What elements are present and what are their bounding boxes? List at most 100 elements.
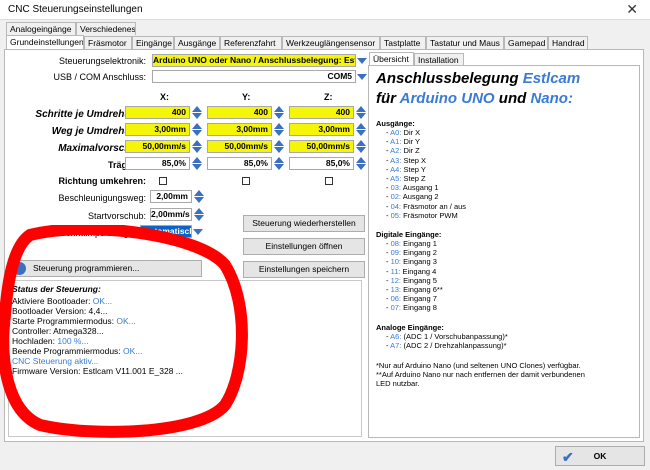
tab-handrad[interactable]: Handrad	[548, 36, 588, 49]
pin-name: A6:	[390, 332, 402, 341]
note-1: *Nur auf Arduino Nano (und seltenen UNO …	[376, 361, 581, 370]
startvorschub-input[interactable]: 2,00mm/s	[150, 208, 192, 221]
steuerungselektronik-select[interactable]: Arduino UNO oder Nano / Anschlussbelegun…	[152, 54, 356, 67]
spinner-icon[interactable]	[191, 106, 202, 119]
spinner-icon[interactable]	[273, 123, 284, 136]
pin-function: Step Y	[401, 164, 426, 174]
richtung-z-checkbox[interactable]	[325, 177, 333, 185]
tab-ausgaenge[interactable]: Ausgänge	[174, 36, 220, 49]
title-bar: CNC Steuerungseinstellungen ✕	[0, 0, 650, 20]
spinner-icon[interactable]	[355, 123, 366, 136]
pin-function: Eingang 5	[401, 275, 437, 285]
pin-name: 03:	[390, 183, 402, 193]
tab-analogeingaenge[interactable]: Analogeingänge	[6, 22, 76, 35]
tab-fraesmotor[interactable]: Fräsmotor	[84, 36, 132, 49]
weg-z-input[interactable]: 3,00mm	[289, 123, 354, 136]
tab-gamepad[interactable]: Gamepad	[504, 36, 548, 49]
save-settings-button[interactable]: Einstellungen speichern	[243, 261, 365, 278]
tab-referenzfahrt[interactable]: Referenzfahrt	[220, 36, 282, 49]
spinner-icon[interactable]	[273, 106, 284, 119]
pin-function: Ausgang 2	[401, 192, 439, 202]
pin-row: - 04: Fräsmotor an / aus	[386, 201, 467, 211]
axis-header-z: Z:	[324, 92, 333, 102]
usb-label: USB / COM Anschluss:	[53, 72, 146, 82]
traegheit-y-input[interactable]: 85,0%	[207, 157, 272, 170]
axis-header-x: X:	[160, 92, 169, 102]
tab-eingaenge[interactable]: Eingänge	[132, 36, 174, 49]
heading-text: Anschlussbelegung	[376, 70, 523, 87]
overview-heading-1: Anschlussbelegung Estlcam	[376, 70, 580, 87]
spinner-icon[interactable]	[191, 123, 202, 136]
close-icon[interactable]: ✕	[626, 1, 638, 18]
vorschub-y-input[interactable]: 50,00mm/s	[207, 140, 272, 153]
pin-function: Eingang 3	[401, 257, 437, 267]
pin-function: Dir X	[401, 128, 421, 137]
beschleunigung-input[interactable]: 2,00mm	[150, 190, 192, 203]
chevron-down-icon[interactable]	[357, 58, 367, 64]
heading-board: Nano:	[530, 90, 573, 107]
usb-select[interactable]: COM5	[152, 70, 356, 83]
pin-row: - 05: Fräsmotor PWM	[386, 210, 458, 220]
pin-function: Fräsmotor an / aus	[401, 201, 467, 211]
pin-row: - A6: (ADC 1 / Vorschubanpassung)*	[386, 332, 508, 341]
weg-y-input[interactable]: 3,00mm	[207, 123, 272, 136]
schritte-z-input[interactable]: 400	[289, 106, 354, 119]
window-title: CNC Steuerungseinstellungen	[8, 4, 143, 15]
traegheit-x-input[interactable]: 85,0%	[125, 157, 190, 170]
chevron-down-icon[interactable]	[357, 74, 367, 80]
pin-name: 11:	[390, 266, 401, 276]
pin-row: - 08: Eingang 1	[386, 239, 437, 248]
spinner-icon[interactable]	[193, 190, 204, 203]
pin-name: 02:	[390, 192, 402, 202]
spinner-icon[interactable]	[355, 140, 366, 153]
spinner-icon[interactable]	[191, 157, 202, 170]
richtung-y-checkbox[interactable]	[242, 177, 250, 185]
spinner-icon[interactable]	[193, 208, 204, 221]
pin-name: A3:	[390, 155, 402, 165]
vorschub-z-input[interactable]: 50,00mm/s	[289, 140, 354, 153]
spinner-icon[interactable]	[355, 157, 366, 170]
pin-row: - 11: Eingang 4	[386, 266, 437, 276]
spinner-icon[interactable]	[355, 106, 366, 119]
pin-function: Ausgang 1	[401, 183, 439, 193]
tab-tastplatte[interactable]: Tastplatte	[380, 36, 426, 49]
steuerungselektronik-label: Steuerungselektronik:	[58, 56, 146, 66]
spinner-icon[interactable]	[273, 140, 284, 153]
pin-name: A4:	[390, 164, 402, 174]
pin-function: Eingang 1	[401, 239, 437, 248]
schritte-x-input[interactable]: 400	[125, 106, 190, 119]
schritte-y-input[interactable]: 400	[207, 106, 272, 119]
pin-function: Eingang 4	[400, 266, 437, 276]
tab-uebersicht[interactable]: Übersicht	[369, 52, 414, 66]
pin-row: - 03: Ausgang 1	[386, 183, 439, 193]
richtung-x-checkbox[interactable]	[159, 177, 167, 185]
ok-button[interactable]: ✔ OK	[555, 446, 645, 466]
note-3: LED nutzbar.	[376, 379, 420, 388]
tab-grundeinstellungen[interactable]: Grundeinstellungen	[6, 35, 84, 49]
restore-button[interactable]: Steuerung wiederherstellen	[243, 215, 365, 232]
weg-x-input[interactable]: 3,00mm	[125, 123, 190, 136]
pin-name: A1:	[390, 137, 402, 147]
pin-row: - A0: Dir X	[386, 128, 421, 137]
pin-name: A7:	[390, 341, 402, 351]
spinner-icon[interactable]	[273, 157, 284, 170]
pin-function: (ADC 2 / Drehzahlanpassung)*	[401, 341, 507, 351]
spinner-icon[interactable]	[191, 140, 202, 153]
tab-verschiedenes[interactable]: Verschiedenes	[76, 22, 136, 35]
tab-werkzeuglaengensensor[interactable]: Werkzeuglängensensor	[282, 36, 380, 49]
note-2: **Auf Arduino Nano nur nach entfernen de…	[376, 370, 585, 379]
vorschub-x-input[interactable]: 50,00mm/s	[125, 140, 190, 153]
tab-tastatur-und-maus[interactable]: Tastatur und Maus	[426, 36, 504, 49]
traegheit-z-input[interactable]: 85,0%	[289, 157, 354, 170]
open-settings-button[interactable]: Einstellungen öffnen	[243, 238, 365, 255]
pin-function: Eingang 8	[401, 303, 437, 313]
pin-name: 13:	[390, 285, 402, 294]
pin-name: 12:	[390, 275, 402, 285]
pin-name: 06:	[390, 294, 402, 304]
outputs-title: Ausgänge:	[376, 119, 415, 128]
pin-row: - A7: (ADC 2 / Drehzahlanpassung)*	[386, 341, 507, 351]
heading-text: für	[376, 90, 400, 107]
pin-function: Step X	[401, 155, 427, 165]
axis-header-y: Y:	[242, 92, 251, 102]
pin-name: A2:	[390, 146, 402, 156]
